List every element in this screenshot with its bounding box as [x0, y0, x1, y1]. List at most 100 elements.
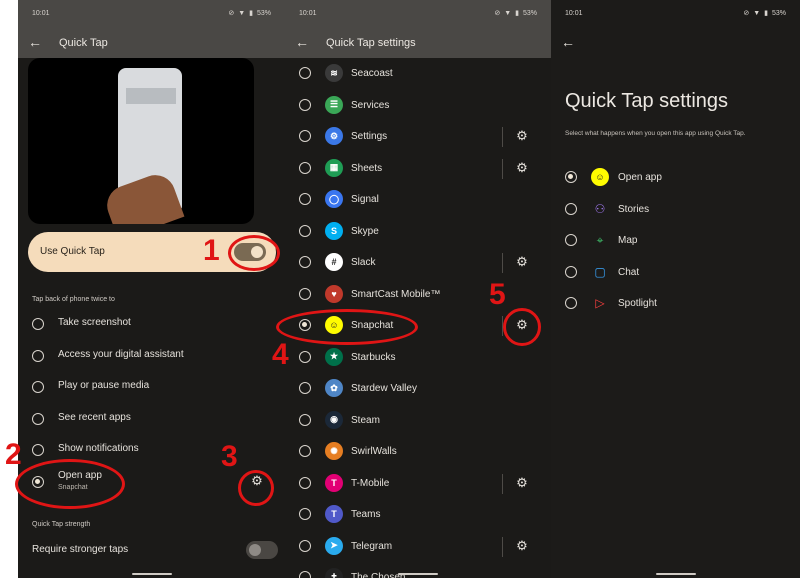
option-label: Show notifications — [58, 443, 139, 454]
divider — [502, 127, 503, 147]
app-label: Signal — [351, 194, 379, 205]
radio-button[interactable] — [565, 171, 577, 183]
app-row[interactable]: ▦ Sheets ⚙ — [285, 153, 551, 184]
radio-button[interactable] — [299, 193, 311, 205]
app-row[interactable]: ✺ SwirlWalls — [285, 436, 551, 467]
app-row[interactable]: ◉ Steam — [285, 405, 551, 436]
battery-percent: 53% — [771, 9, 786, 17]
gear-icon[interactable]: ⚙ — [515, 475, 529, 490]
app-label: Skype — [351, 225, 379, 237]
status-time: 10:01 — [299, 10, 317, 17]
spotlight-icon: ▷ — [595, 296, 605, 310]
nav-handle[interactable] — [655, 573, 696, 575]
action-row[interactable]: ⌖ Map — [551, 225, 800, 256]
radio-button[interactable] — [299, 67, 311, 79]
option-row[interactable]: Access your digital assistant — [18, 340, 285, 371]
radio-button[interactable] — [32, 318, 44, 330]
radio-button[interactable] — [299, 224, 311, 237]
action-label: Map — [618, 235, 638, 246]
action-row[interactable]: ▷ Spotlight — [551, 288, 800, 319]
radio-button[interactable] — [565, 297, 577, 309]
require-stronger-taps-row[interactable]: Require stronger taps — [18, 534, 285, 565]
app-row[interactable]: ♥ SmartCast Mobile™ — [285, 279, 551, 310]
swirlwalls-icon: ✺ — [325, 442, 343, 460]
dnd-icon: ⊘ — [743, 10, 750, 17]
wifi-icon: ▼ — [753, 9, 761, 17]
option-row[interactable]: Play or pause media — [18, 371, 285, 402]
nav-handle[interactable] — [398, 573, 438, 575]
app-label: Stardew Valley — [351, 383, 417, 394]
annotation-circle-4 — [276, 309, 418, 345]
annotation-circle-5 — [503, 308, 541, 346]
action-row[interactable]: ⚇ Stories — [551, 194, 800, 225]
radio-button[interactable] — [299, 161, 311, 174]
radio-button[interactable] — [32, 381, 44, 393]
option-row[interactable]: Take screenshot — [18, 308, 285, 339]
gear-icon[interactable]: ⚙ — [515, 255, 529, 269]
app-row[interactable]: ✿ Stardew Valley — [285, 373, 551, 404]
radio-button[interactable] — [299, 130, 311, 142]
radio-button[interactable] — [299, 382, 311, 394]
gear-icon[interactable]: ⚙ — [515, 129, 529, 143]
app-label: Starbucks — [351, 351, 396, 363]
app-row[interactable]: T T-Mobile ⚙ — [285, 468, 551, 499]
radio-button[interactable] — [565, 202, 577, 215]
app-row[interactable]: S Skype — [285, 216, 551, 247]
action-row[interactable]: ▢ Chat — [551, 257, 800, 288]
radio-button[interactable] — [299, 413, 311, 426]
app-row[interactable]: ≋ Seacoast — [285, 58, 551, 89]
radio-button[interactable] — [32, 349, 44, 362]
radio-button[interactable] — [565, 234, 577, 246]
app-row[interactable]: ☰ Services — [285, 90, 551, 121]
option-label: Play or pause media — [58, 380, 150, 391]
sheets-icon: ▦ — [325, 158, 343, 177]
action-label: Open app — [618, 172, 662, 183]
back-arrow-icon[interactable]: ← — [28, 34, 42, 50]
annotation-number-5: 5 — [489, 278, 506, 311]
app-label: Services — [351, 99, 390, 111]
action-row[interactable]: ☺ Open app — [551, 162, 800, 193]
skype-icon: S — [325, 221, 343, 240]
battery-percent: 53% — [522, 9, 537, 17]
app-row[interactable]: ◯ Signal — [285, 184, 551, 215]
app-row[interactable]: ✝ The Chosen — [285, 562, 551, 578]
action-label: Spotlight — [618, 298, 657, 309]
option-row[interactable]: See recent apps — [18, 403, 285, 434]
page-title: Quick Tap — [59, 37, 108, 49]
app-bar: ← Quick Tap settings — [285, 28, 551, 58]
radio-button[interactable] — [299, 98, 311, 111]
radio-button[interactable] — [299, 571, 311, 578]
app-bar: ← Quick Tap — [18, 28, 285, 58]
settings-app-icon: ⚙ — [325, 127, 343, 145]
services-icon: ☰ — [325, 95, 343, 114]
nav-handle[interactable] — [131, 573, 172, 575]
gear-icon[interactable]: ⚙ — [515, 160, 529, 175]
radio-button[interactable] — [299, 287, 311, 300]
app-row[interactable]: ➤ Telegram ⚙ — [285, 531, 551, 562]
radio-button[interactable] — [565, 265, 577, 278]
annotation-circle-1 — [228, 235, 280, 271]
page-description: Select what happens when you open this a… — [565, 130, 746, 137]
radio-button[interactable] — [299, 256, 311, 268]
require-stronger-taps-toggle[interactable] — [246, 541, 278, 559]
page-title: Quick Tap settings — [565, 90, 729, 112]
app-row[interactable]: # Slack ⚙ — [285, 247, 551, 278]
chat-icon: ▢ — [594, 264, 606, 279]
action-label: Stories — [618, 203, 650, 215]
thechosen-icon: ✝ — [325, 568, 343, 578]
radio-button[interactable] — [299, 445, 311, 457]
page-title: Quick Tap settings — [326, 37, 416, 49]
radio-button[interactable] — [299, 539, 311, 552]
app-row[interactable]: ★ Starbucks — [285, 342, 551, 373]
radio-button[interactable] — [299, 476, 311, 489]
back-arrow-icon[interactable]: ← — [561, 34, 575, 50]
radio-button[interactable] — [32, 412, 44, 425]
radio-button[interactable] — [299, 350, 311, 363]
app-row[interactable]: T Teams — [285, 499, 551, 530]
back-arrow-icon[interactable]: ← — [295, 34, 309, 50]
app-row[interactable]: ⚙ Settings ⚙ — [285, 121, 551, 152]
radio-button[interactable] — [32, 444, 44, 456]
signal-icon: ◯ — [325, 190, 343, 208]
gear-icon[interactable]: ⚙ — [515, 538, 529, 553]
radio-button[interactable] — [299, 508, 311, 520]
